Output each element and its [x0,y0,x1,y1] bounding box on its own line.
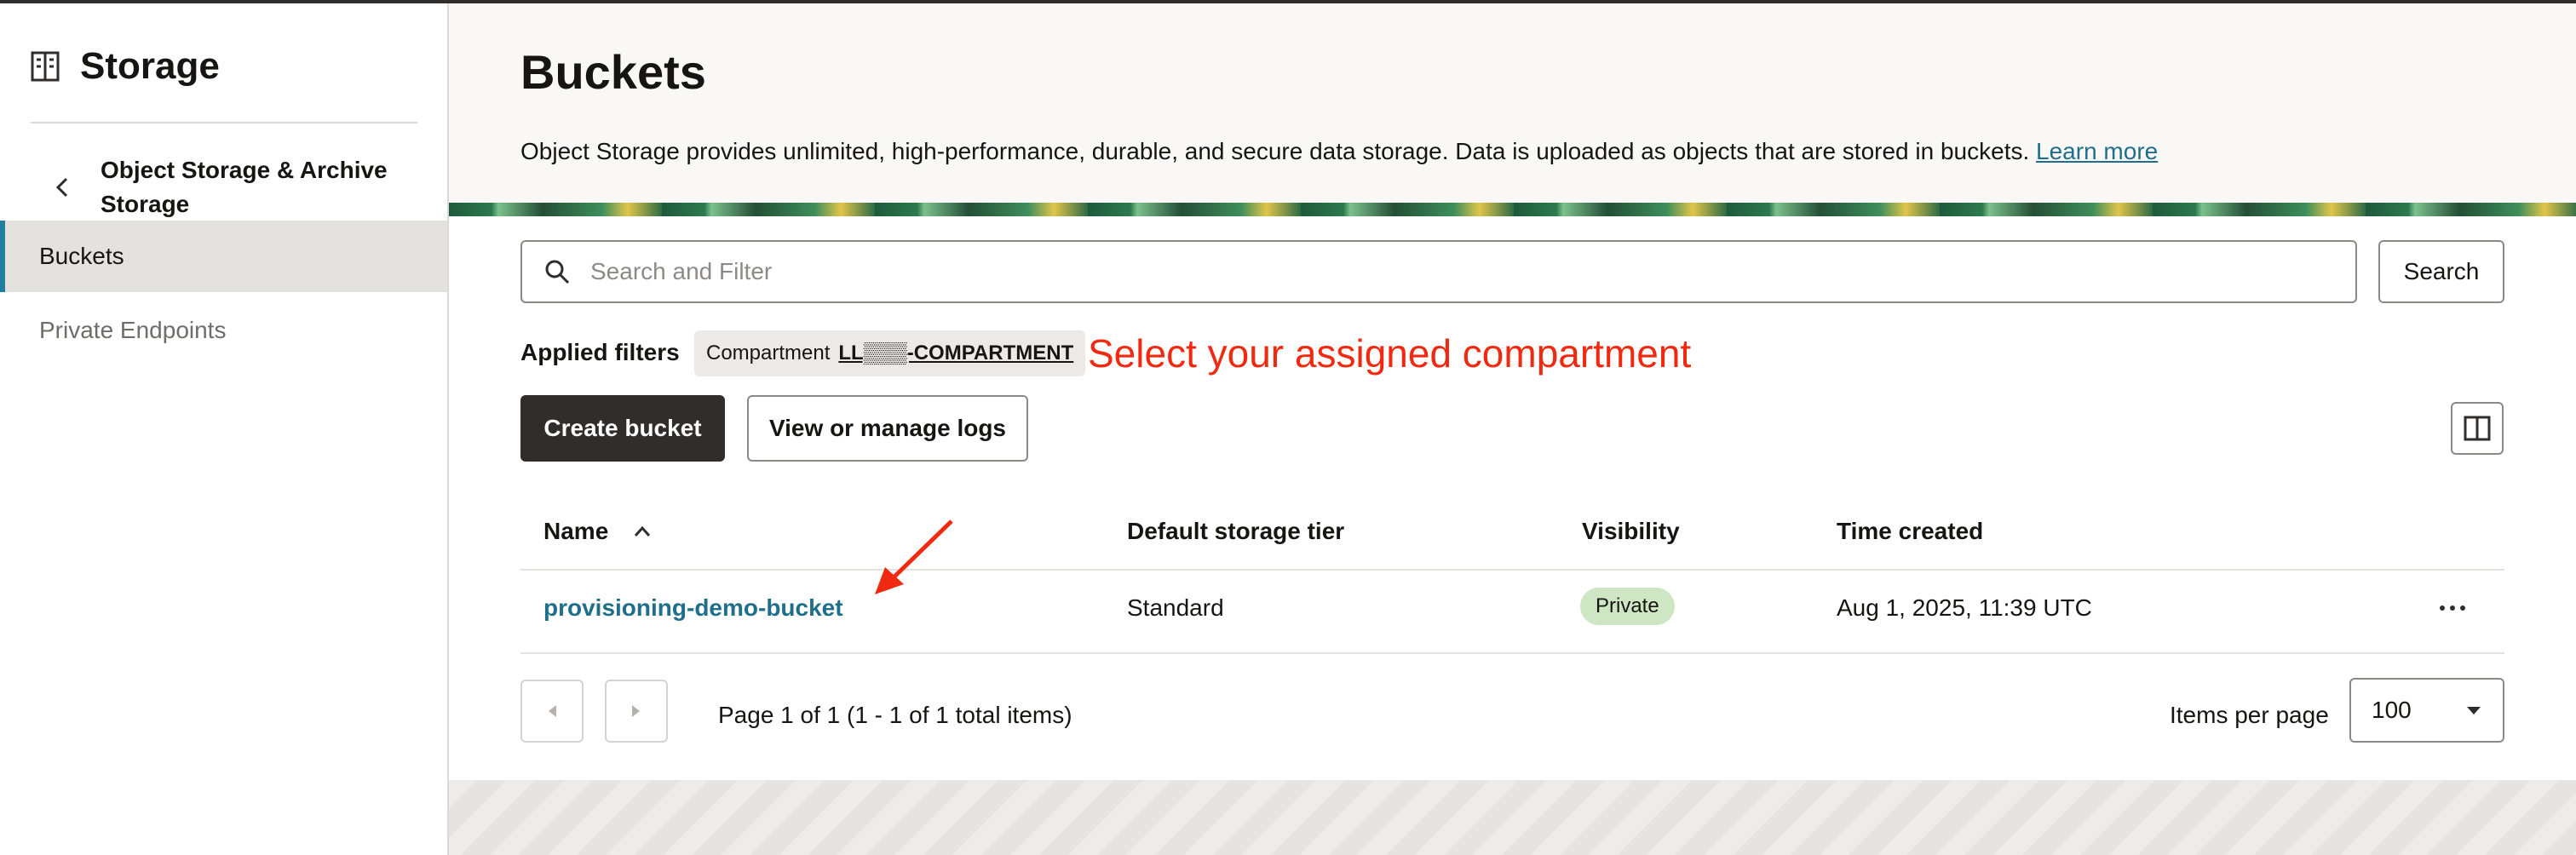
storage-tier-cell: Standard [1127,594,1224,621]
search-icon [545,260,570,284]
row-actions-button[interactable] [2434,591,2471,625]
pagination-info: Page 1 of 1 (1 - 1 of 1 total items) [718,702,1072,728]
page-header [449,3,2576,203]
annotation-text: Select your assigned compartment [1088,331,1692,376]
search-input[interactable] [589,257,2296,286]
sidebar-item-buckets[interactable]: Buckets [0,221,447,292]
sidebar-item-label: Private Endpoints [39,317,227,343]
decorative-banner [449,203,2576,216]
items-per-page-select[interactable]: 100 [2349,678,2504,743]
create-bucket-button[interactable]: Create bucket [520,395,725,462]
chevron-left-icon[interactable] [51,174,73,201]
main-content: Buckets Object Storage provides unlimite… [449,3,2576,855]
column-header-time-created: Time created [1837,518,1984,544]
time-created-cell: Aug 1, 2025, 11:39 UTC [1837,594,2092,621]
table-divider [520,569,2504,571]
storage-grid-icon [31,51,60,82]
sidebar-item-private-endpoints[interactable]: Private Endpoints [0,295,447,366]
filter-chip-name: Compartment [706,341,831,364]
search-bar [520,240,2357,303]
sidebar-divider [31,122,417,123]
view-logs-button[interactable]: View or manage logs [747,395,1028,462]
column-header-visibility: Visibility [1582,518,1680,544]
items-per-page-label: Items per page [2170,702,2329,728]
chevron-down-icon [2467,707,2481,714]
more-horizontal-icon [2440,605,2465,611]
next-page-button[interactable] [605,680,668,743]
caret-right-icon [632,705,640,717]
sidebar-item-label: Buckets [39,243,124,269]
visibility-badge: Private [1580,588,1675,625]
applied-filters-label: Applied filters [520,339,680,365]
bucket-link[interactable]: provisioning-demo-bucket [543,594,843,621]
sidebar-section-title: Object Storage & Archive Storage [101,157,388,217]
sidebar-title: Storage [80,45,220,87]
page-description: Object Storage provides unlimited, high-… [520,138,2158,165]
column-header-name[interactable]: Name [543,518,608,545]
chevron-up-icon[interactable] [632,523,653,540]
page-title: Buckets [520,45,706,99]
prev-page-button[interactable] [520,680,584,743]
caret-left-icon [549,705,556,717]
items-per-page-value: 100 [2372,697,2412,723]
search-button[interactable]: Search [2378,240,2504,303]
sidebar-header: Storage [31,41,220,92]
columns-icon [2464,416,2491,441]
column-toggle-button[interactable] [2451,402,2504,455]
decorative-footer [449,780,2576,855]
filter-chip-compartment[interactable]: Compartment LL▒▒▒-COMPARTMENT [694,330,1086,376]
bucket-name-cell: provisioning-demo-bucket [543,594,843,622]
sidebar: Storage Object Storage & Archive Storage… [0,3,449,855]
learn-more-link[interactable]: Learn more [2036,138,2158,164]
column-header-tier: Default storage tier [1127,518,1345,544]
description-text: Object Storage provides unlimited, high-… [520,138,2030,164]
annotation-arrow-icon [875,519,953,594]
filter-chip-value[interactable]: LL▒▒▒-COMPARTMENT [838,341,1073,365]
table-divider [520,652,2504,654]
